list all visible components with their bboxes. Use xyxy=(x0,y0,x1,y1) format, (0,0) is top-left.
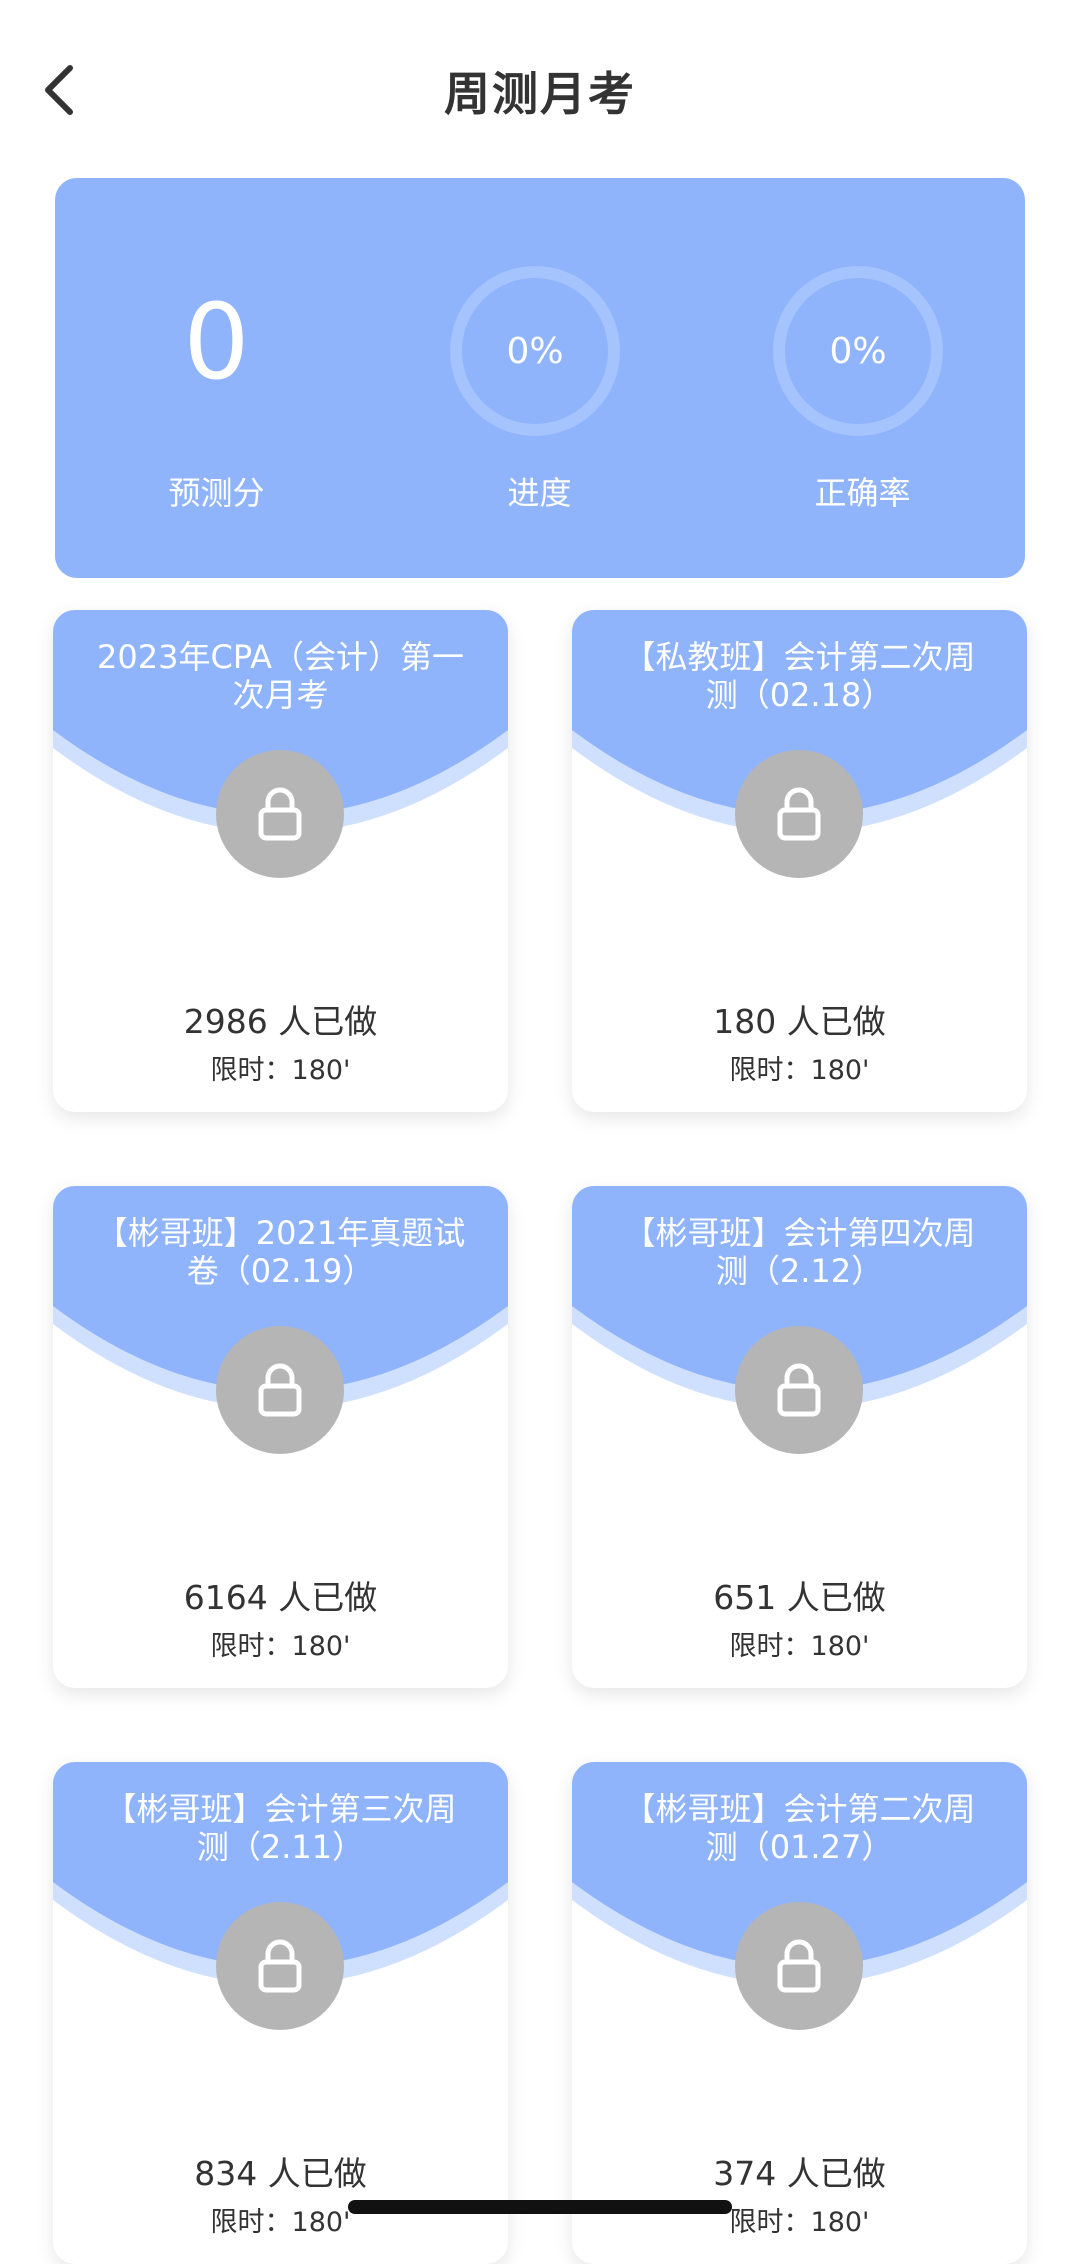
participants-count: 2986 人已做 xyxy=(183,1002,378,1041)
exam-card[interactable]: 【彬哥班】会计第二次周测（01.27） 374 人已做 限时：180' xyxy=(572,1762,1027,2264)
exam-title: 【私教班】会计第二次周测（02.18） xyxy=(623,638,976,714)
accuracy-ring: 0% xyxy=(773,266,943,436)
progress-label: 进度 xyxy=(507,474,572,512)
lock-badge xyxy=(735,1902,863,2030)
exam-title: 【彬哥班】会计第二次周测（01.27） xyxy=(623,1790,976,1866)
lock-icon xyxy=(777,787,821,841)
page-title: 周测月考 xyxy=(444,67,636,121)
lock-icon xyxy=(777,1363,821,1417)
lock-icon xyxy=(777,1939,821,1993)
time-limit: 限时：180' xyxy=(729,1055,870,1086)
exam-title: 【彬哥班】会计第四次周测（2.12） xyxy=(623,1214,976,1290)
exam-card[interactable]: 2023年CPA（会计）第一次月考 2986 人已做限时：180' xyxy=(53,610,508,1112)
exam-title: 2023年CPA（会计）第一次月考 xyxy=(97,638,464,714)
progress-value: 0% xyxy=(506,330,564,372)
lock-badge xyxy=(216,1326,344,1454)
predicted-score-value: 0 xyxy=(183,281,250,403)
lock-icon xyxy=(258,1939,302,1993)
exam-card[interactable]: 【彬哥班】会计第三次周测（2.11） 834 人已做 限时：180' xyxy=(53,1762,508,2264)
predicted-score-label: 预测分 xyxy=(168,474,265,512)
stats-panel: 0 预测分 0% 进度 0% 正确率 xyxy=(55,178,1025,578)
accuracy-label: 正确率 xyxy=(814,474,911,512)
participants-count: 374 人已做 xyxy=(713,2154,886,2193)
participants-count: 180 人已做 xyxy=(713,1002,886,1041)
accuracy-value: 0% xyxy=(829,330,887,372)
lock-icon xyxy=(258,787,302,841)
exam-title: 【彬哥班】会计第三次周测（2.11） xyxy=(104,1790,457,1866)
stat-accuracy: 0% 正确率 xyxy=(701,178,1024,578)
home-indicator xyxy=(348,2200,732,2214)
lock-badge xyxy=(216,1902,344,2030)
time-limit: 限时：180' xyxy=(210,1055,351,1086)
time-limit: 限时：180' xyxy=(210,1631,351,1662)
participants-count: 651 人已做 xyxy=(713,1578,886,1617)
progress-ring: 0% xyxy=(450,266,620,436)
participants-count: 834 人已做 xyxy=(194,2154,367,2193)
stat-progress: 0% 进度 xyxy=(378,178,701,578)
exam-title: 【彬哥班】2021年真题试卷（02.19） xyxy=(95,1214,466,1290)
exam-card[interactable]: 【彬哥班】会计第四次周测（2.12） 651 人已做限时：180' xyxy=(572,1186,1027,1688)
lock-badge xyxy=(735,1326,863,1454)
exam-card[interactable]: 【彬哥班】2021年真题试卷（02.19） 6164 人已做限时：180' xyxy=(53,1186,508,1688)
exam-card[interactable]: 【私教班】会计第二次周测（02.18） 180 人已做限时：180' xyxy=(572,610,1027,1112)
time-limit: 限时：180' xyxy=(729,1631,870,1662)
lock-icon xyxy=(258,1363,302,1417)
header: 周测月考 xyxy=(0,0,1080,180)
stat-predicted-score: 0 预测分 xyxy=(55,178,378,578)
lock-badge xyxy=(735,750,863,878)
lock-badge xyxy=(216,750,344,878)
participants-count: 6164 人已做 xyxy=(183,1578,378,1617)
